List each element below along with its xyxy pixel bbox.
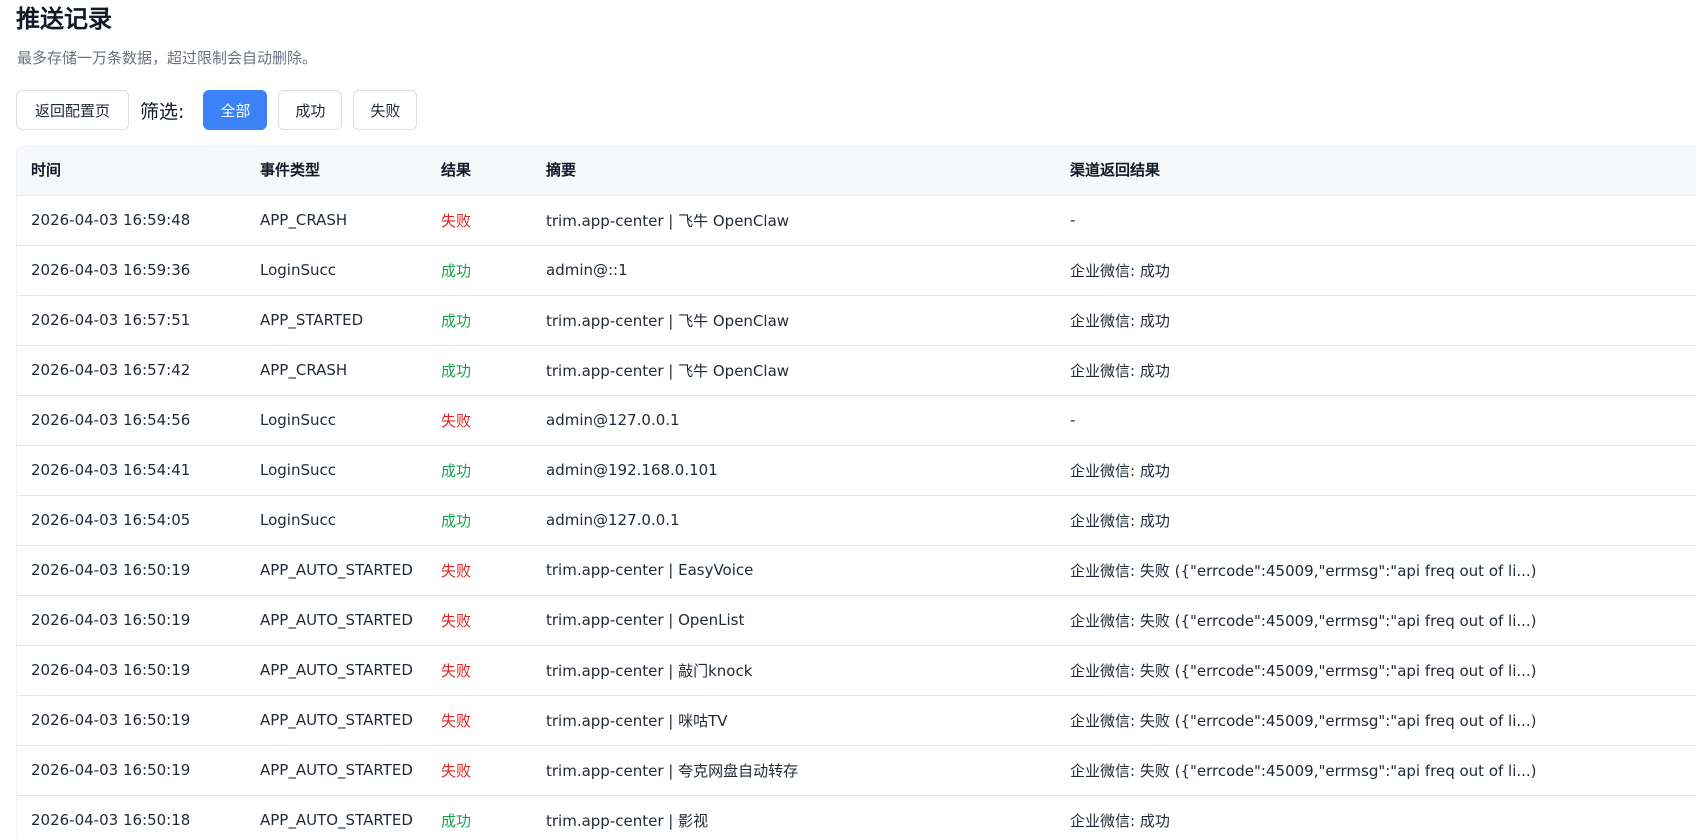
column-header-channel-result: 渠道返回结果 (1056, 145, 1696, 196)
push-records-page: 推送记录 最多存储一万条数据，超过限制会自动删除。 返回配置页 筛选: 全部 成… (0, 0, 1696, 838)
cell-channel-result: 企业微信: 失败 ({"errcode":45009,"errmsg":"api… (1056, 545, 1696, 596)
page-title: 推送记录 (16, 5, 112, 33)
cell-event-type: LoginSucc (246, 495, 427, 546)
cell-event-type: APP_STARTED (246, 295, 427, 346)
cell-summary: trim.app-center | EasyVoice (532, 545, 1056, 596)
cell-time: 2026-04-03 16:54:05 (17, 495, 246, 546)
cell-event-type: LoginSucc (246, 395, 427, 446)
cell-channel-result: 企业微信: 失败 ({"errcode":45009,"errmsg":"api… (1056, 745, 1696, 796)
cell-summary: trim.app-center | OpenList (532, 595, 1056, 646)
table-row: 2026-04-03 16:50:19 APP_AUTO_STARTED 失败 tri… (17, 745, 1696, 796)
column-header-event-type: 事件类型 (246, 145, 427, 196)
cell-summary: admin@192.168.0.101 (532, 445, 1056, 496)
cell-result: 失败 (427, 645, 532, 696)
cell-summary: trim.app-center | 飞牛 OpenClaw (532, 345, 1056, 396)
cell-summary: trim.app-center | 敲门knock (532, 645, 1056, 696)
cell-channel-result: 企业微信: 成功 (1056, 495, 1696, 546)
cell-time: 2026-04-03 16:50:19 (17, 595, 246, 646)
cell-result: 成功 (427, 795, 532, 838)
cell-summary: admin@127.0.0.1 (532, 495, 1056, 546)
cell-summary: admin@::1 (532, 245, 1056, 296)
cell-event-type: APP_AUTO_STARTED (246, 545, 427, 596)
cell-result: 失败 (427, 545, 532, 596)
cell-result: 成功 (427, 345, 532, 396)
cell-event-type: APP_AUTO_STARTED (246, 645, 427, 696)
cell-result: 失败 (427, 595, 532, 646)
cell-result: 失败 (427, 745, 532, 796)
cell-time: 2026-04-03 16:57:51 (17, 295, 246, 346)
table-header: 时间 事件类型 结果 摘要 渠道返回结果 (17, 145, 1696, 196)
cell-time: 2026-04-03 16:54:41 (17, 445, 246, 496)
column-header-summary: 摘要 (532, 145, 1056, 196)
table-row: 2026-04-03 16:57:51 APP_STARTED 成功 trim.app… (17, 295, 1696, 346)
cell-event-type: APP_AUTO_STARTED (246, 695, 427, 746)
table-row: 2026-04-03 16:54:05 LoginSucc 成功 admin@127.… (17, 495, 1696, 546)
cell-result: 成功 (427, 245, 532, 296)
table-body: 2026-04-03 16:59:48 APP_CRASH 失败 trim.app-c… (17, 195, 1696, 838)
cell-channel-result: - (1056, 395, 1696, 446)
cell-result: 失败 (427, 695, 532, 746)
page-subtitle: 最多存储一万条数据，超过限制会自动删除。 (17, 49, 318, 67)
cell-time: 2026-04-03 16:50:18 (17, 795, 246, 838)
cell-time: 2026-04-03 16:59:48 (17, 195, 246, 246)
cell-summary: trim.app-center | 影视 (532, 795, 1056, 838)
table-row: 2026-04-03 16:50:18 APP_AUTO_STARTED 成功 tri… (17, 795, 1696, 838)
cell-channel-result: 企业微信: 失败 ({"errcode":45009,"errmsg":"api… (1056, 645, 1696, 696)
cell-result: 成功 (427, 295, 532, 346)
cell-time: 2026-04-03 16:50:19 (17, 695, 246, 746)
cell-time: 2026-04-03 16:59:36 (17, 245, 246, 296)
records-table: 时间 事件类型 结果 摘要 渠道返回结果 2026-04-03 16:59:48… (17, 145, 1696, 838)
cell-channel-result: 企业微信: 成功 (1056, 795, 1696, 838)
cell-channel-result: - (1056, 195, 1696, 246)
cell-time: 2026-04-03 16:50:19 (17, 545, 246, 596)
cell-event-type: APP_AUTO_STARTED (246, 745, 427, 796)
table-row: 2026-04-03 16:50:19 APP_AUTO_STARTED 失败 tri… (17, 695, 1696, 746)
cell-result: 成功 (427, 495, 532, 546)
table-row: 2026-04-03 16:59:48 APP_CRASH 失败 trim.app-c… (17, 195, 1696, 246)
cell-summary: trim.app-center | 夸克网盘自动转存 (532, 745, 1056, 796)
cell-event-type: LoginSucc (246, 245, 427, 296)
cell-channel-result: 企业微信: 成功 (1056, 295, 1696, 346)
filter-success-button[interactable]: 成功 (278, 90, 343, 130)
table-row: 2026-04-03 16:50:19 APP_AUTO_STARTED 失败 tri… (17, 545, 1696, 596)
table-row: 2026-04-03 16:57:42 APP_CRASH 成功 trim.app-c… (17, 345, 1696, 396)
table-header-row: 时间 事件类型 结果 摘要 渠道返回结果 (17, 145, 1696, 196)
cell-channel-result: 企业微信: 失败 ({"errcode":45009,"errmsg":"api… (1056, 595, 1696, 646)
cell-time: 2026-04-03 16:57:42 (17, 345, 246, 396)
filter-failure-button[interactable]: 失败 (353, 90, 418, 130)
cell-event-type: APP_AUTO_STARTED (246, 795, 427, 838)
table-row: 2026-04-03 16:50:19 APP_AUTO_STARTED 失败 tri… (17, 595, 1696, 646)
table-row: 2026-04-03 16:59:36 LoginSucc 成功 admin@::1 企… (17, 245, 1696, 296)
table-row: 2026-04-03 16:50:19 APP_AUTO_STARTED 失败 tri… (17, 645, 1696, 696)
table-row: 2026-04-03 16:54:41 LoginSucc 成功 admin@192.… (17, 445, 1696, 496)
cell-time: 2026-04-03 16:50:19 (17, 745, 246, 796)
cell-channel-result: 企业微信: 成功 (1056, 245, 1696, 296)
cell-summary: trim.app-center | 飞牛 OpenClaw (532, 195, 1056, 246)
cell-result: 成功 (427, 445, 532, 496)
toolbar: 返回配置页 筛选: 全部 成功 失败 (16, 90, 428, 130)
filter-label: 筛选: (140, 100, 185, 123)
cell-summary: admin@127.0.0.1 (532, 395, 1056, 446)
back-to-config-button[interactable]: 返回配置页 (16, 90, 129, 130)
cell-summary: trim.app-center | 飞牛 OpenClaw (532, 295, 1056, 346)
cell-summary: trim.app-center | 咪咕TV (532, 695, 1056, 746)
cell-result: 失败 (427, 395, 532, 446)
records-table-container: 时间 事件类型 结果 摘要 渠道返回结果 2026-04-03 16:59:48… (16, 145, 1696, 838)
cell-channel-result: 企业微信: 失败 ({"errcode":45009,"errmsg":"api… (1056, 695, 1696, 746)
cell-event-type: APP_CRASH (246, 345, 427, 396)
cell-time: 2026-04-03 16:54:56 (17, 395, 246, 446)
filter-all-button[interactable]: 全部 (203, 90, 268, 130)
cell-channel-result: 企业微信: 成功 (1056, 345, 1696, 396)
column-header-time: 时间 (17, 145, 246, 196)
cell-event-type: APP_CRASH (246, 195, 427, 246)
cell-event-type: APP_AUTO_STARTED (246, 595, 427, 646)
table-row: 2026-04-03 16:54:56 LoginSucc 失败 admin@127.… (17, 395, 1696, 446)
cell-result: 失败 (427, 195, 532, 246)
column-header-result: 结果 (427, 145, 532, 196)
cell-event-type: LoginSucc (246, 445, 427, 496)
cell-channel-result: 企业微信: 成功 (1056, 445, 1696, 496)
cell-time: 2026-04-03 16:50:19 (17, 645, 246, 696)
